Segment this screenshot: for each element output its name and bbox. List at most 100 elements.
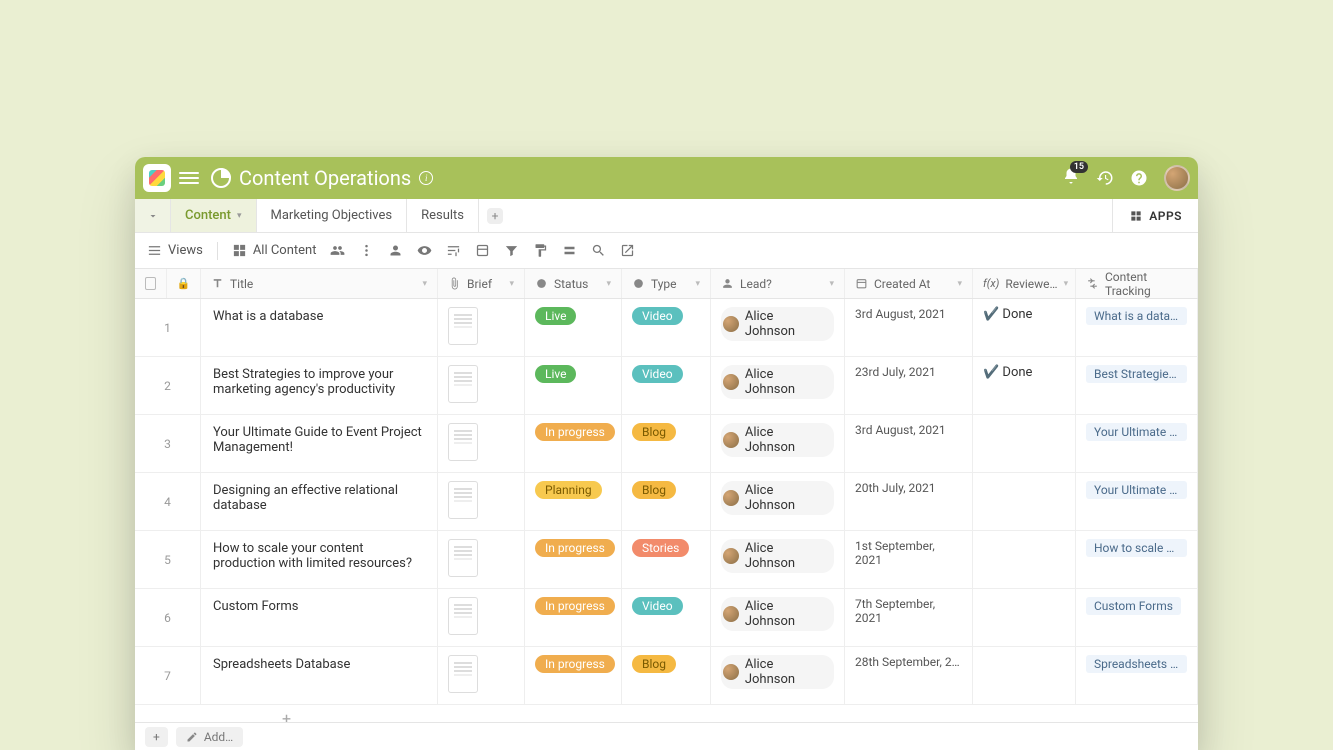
brief-cell[interactable] xyxy=(438,589,525,646)
type-cell[interactable]: Video xyxy=(622,589,711,646)
review-cell[interactable]: ✔️ Done xyxy=(973,357,1076,414)
tracking-cell[interactable]: Your Ultimate Guid… xyxy=(1076,415,1198,472)
app-logo[interactable] xyxy=(143,164,171,192)
tracking-cell[interactable]: Custom Forms xyxy=(1076,589,1198,646)
title-cell[interactable]: Designing an effective relational databa… xyxy=(201,473,438,530)
user-avatar[interactable] xyxy=(1164,165,1190,191)
status-cell[interactable]: Planning xyxy=(525,473,622,530)
expand-tabs-button[interactable] xyxy=(135,199,171,232)
add-tab-button[interactable]: + xyxy=(479,199,511,232)
row-height-icon[interactable] xyxy=(562,243,577,258)
lead-cell[interactable]: Alice Johnson xyxy=(711,473,845,530)
lead-cell[interactable]: Alice Johnson xyxy=(711,589,845,646)
title-cell[interactable]: Custom Forms xyxy=(201,589,438,646)
lock-column[interactable]: 🔒 xyxy=(167,269,201,298)
tab-content[interactable]: Content▾ xyxy=(171,199,257,232)
footer-add-button[interactable]: + xyxy=(145,727,168,747)
people-icon[interactable] xyxy=(388,243,403,258)
table-row[interactable]: 6 Custom Forms In progress Video Alice J… xyxy=(135,589,1198,647)
paint-icon[interactable] xyxy=(533,243,548,258)
current-view[interactable]: All Content xyxy=(232,243,317,258)
tab-results[interactable]: Results xyxy=(407,199,479,232)
brief-cell[interactable] xyxy=(438,357,525,414)
lead-cell[interactable]: Alice Johnson xyxy=(711,357,845,414)
share-icon[interactable] xyxy=(330,243,345,258)
table-row[interactable]: 7 Spreadsheets Database In progress Blog… xyxy=(135,647,1198,705)
status-cell[interactable]: Live xyxy=(525,357,622,414)
more-icon[interactable] xyxy=(359,243,374,258)
history-icon[interactable] xyxy=(1096,169,1114,187)
lead-cell[interactable]: Alice Johnson xyxy=(711,531,845,588)
type-cell[interactable]: Blog xyxy=(622,647,711,704)
status-cell[interactable]: In progress xyxy=(525,415,622,472)
brief-cell[interactable] xyxy=(438,415,525,472)
status-cell[interactable]: In progress xyxy=(525,589,622,646)
column-created[interactable]: Created At▾ xyxy=(845,269,973,298)
table-row[interactable]: 2 Best Strategies to improve your market… xyxy=(135,357,1198,415)
status-cell[interactable]: Live xyxy=(525,299,622,356)
column-type[interactable]: Type▾ xyxy=(622,269,711,298)
review-cell[interactable] xyxy=(973,415,1076,472)
date-cell[interactable]: 23rd July, 2021 xyxy=(845,357,973,414)
brief-cell[interactable] xyxy=(438,299,525,356)
settings-icon[interactable] xyxy=(446,243,461,258)
lead-cell[interactable]: Alice Johnson xyxy=(711,415,845,472)
review-cell[interactable] xyxy=(973,473,1076,530)
column-tracking[interactable]: Content Tracking xyxy=(1076,269,1198,298)
views-menu[interactable]: Views xyxy=(147,243,203,258)
type-cell[interactable]: Blog xyxy=(622,415,711,472)
table-row[interactable]: 4 Designing an effective relational data… xyxy=(135,473,1198,531)
visibility-icon[interactable] xyxy=(417,243,432,258)
help-icon[interactable] xyxy=(1130,169,1148,187)
table-row[interactable]: 5 How to scale your content production w… xyxy=(135,531,1198,589)
lead-cell[interactable]: Alice Johnson xyxy=(711,647,845,704)
column-reviewed[interactable]: f(x) Reviewe…▾ xyxy=(973,269,1076,298)
apps-button[interactable]: APPS xyxy=(1112,199,1198,232)
brief-cell[interactable] xyxy=(438,531,525,588)
column-brief[interactable]: Brief▾ xyxy=(438,269,525,298)
layout-icon[interactable] xyxy=(475,243,490,258)
date-cell[interactable]: 1st September, 2021 xyxy=(845,531,973,588)
title-cell[interactable]: Best Strategies to improve your marketin… xyxy=(201,357,438,414)
review-cell[interactable] xyxy=(973,531,1076,588)
date-cell[interactable]: 3rd August, 2021 xyxy=(845,299,973,356)
title-cell[interactable]: What is a database xyxy=(201,299,438,356)
column-status[interactable]: Status▾ xyxy=(525,269,622,298)
tracking-cell[interactable]: How to scale your … xyxy=(1076,531,1198,588)
tracking-cell[interactable]: What is a database xyxy=(1076,299,1198,356)
title-cell[interactable]: Spreadsheets Database xyxy=(201,647,438,704)
tracking-cell[interactable]: Best Strategies to i… xyxy=(1076,357,1198,414)
date-cell[interactable]: 7th September, 2021 xyxy=(845,589,973,646)
brief-cell[interactable] xyxy=(438,473,525,530)
tab-marketing-objectives[interactable]: Marketing Objectives xyxy=(257,199,408,232)
date-cell[interactable]: 20th July, 2021 xyxy=(845,473,973,530)
brief-cell[interactable] xyxy=(438,647,525,704)
table-row[interactable]: 1 What is a database Live Video Alice Jo… xyxy=(135,299,1198,357)
footer-add-menu[interactable]: Add… xyxy=(176,727,243,747)
type-cell[interactable]: Video xyxy=(622,357,711,414)
title-cell[interactable]: How to scale your content production wit… xyxy=(201,531,438,588)
notifications-button[interactable]: 15 xyxy=(1062,167,1080,189)
review-cell[interactable] xyxy=(973,647,1076,704)
filter-icon[interactable] xyxy=(504,243,519,258)
date-cell[interactable]: 3rd August, 2021 xyxy=(845,415,973,472)
title-cell[interactable]: Your Ultimate Guide to Event Project Man… xyxy=(201,415,438,472)
review-cell[interactable] xyxy=(973,589,1076,646)
review-cell[interactable]: ✔️ Done xyxy=(973,299,1076,356)
menu-icon[interactable] xyxy=(179,172,199,184)
type-cell[interactable]: Video xyxy=(622,299,711,356)
search-icon[interactable] xyxy=(591,243,606,258)
column-lead[interactable]: Lead?▾ xyxy=(711,269,845,298)
select-all-checkbox[interactable] xyxy=(135,269,167,298)
tracking-cell[interactable]: Spreadsheets Data… xyxy=(1076,647,1198,704)
column-title[interactable]: Title▾ xyxy=(201,269,438,298)
add-row-bar[interactable]: + xyxy=(135,705,1198,722)
type-cell[interactable]: Stories xyxy=(622,531,711,588)
table-row[interactable]: 3 Your Ultimate Guide to Event Project M… xyxy=(135,415,1198,473)
date-cell[interactable]: 28th September, 2… xyxy=(845,647,973,704)
type-cell[interactable]: Blog xyxy=(622,473,711,530)
lead-cell[interactable]: Alice Johnson xyxy=(711,299,845,356)
status-cell[interactable]: In progress xyxy=(525,647,622,704)
export-icon[interactable] xyxy=(620,243,635,258)
status-cell[interactable]: In progress xyxy=(525,531,622,588)
